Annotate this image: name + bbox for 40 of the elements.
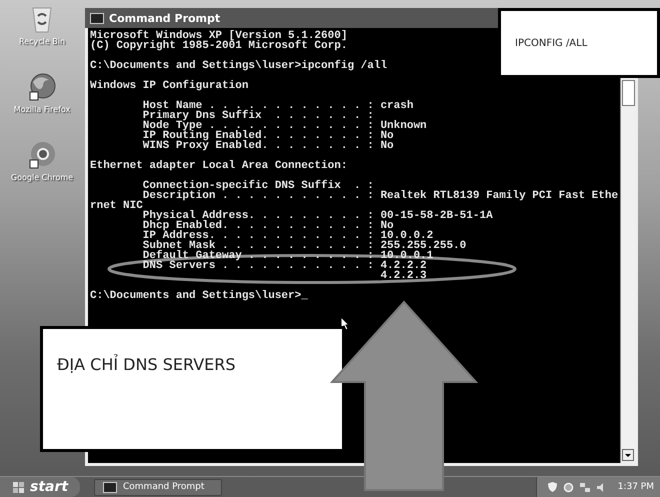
console-line: Host Name . . . . . . . . . . . . : crash — [142, 101, 414, 111]
console-line: Connection-specific DNS Suffix . : — [142, 181, 374, 191]
console-line: C:\Documents and Settings\luser>ipconfig /all — [90, 61, 388, 71]
console-line: Node Type . . . . . . . . . . . . : Unknown — [142, 121, 427, 131]
desktop-icon-label[interactable]: Recycle Bin — [18, 37, 66, 46]
console-line: DNS Servers . . . . . . . . . . . : 4.2.2.2 — [142, 261, 427, 271]
globe-icon[interactable] — [27, 72, 57, 102]
shield-icon[interactable] — [546, 481, 558, 493]
console-line: 4.2.2.3 — [379, 271, 427, 281]
console-icon — [90, 12, 104, 24]
console-line: Primary Dns Suffix . . . . . . . : — [142, 111, 374, 121]
console-line: rnet NIC — [90, 201, 143, 211]
network-icon[interactable] — [578, 482, 591, 492]
callout-text: ĐỊA CHỈ DNS SERVERS — [57, 355, 236, 374]
circle-logo-icon[interactable] — [26, 140, 57, 170]
clock: 1:37 PM — [618, 482, 654, 492]
console-line: Subnet Mask . . . . . . . . . . . : 255.255.255.0 — [142, 241, 466, 251]
taskbar-button[interactable]: Command Prompt — [94, 478, 222, 496]
console-line: C:\Documents and Settings\luser>_ — [90, 291, 308, 301]
start-button[interactable]: start — [0, 477, 80, 497]
console-line: Microsoft Windows XP [Version 5.1.2600] — [90, 31, 348, 41]
console-line: IP Routing Enabled. . . . . . . . : No — [142, 131, 394, 141]
console-line: IP Address. . . . . . . . . . . . : 10.0.0.2 — [142, 231, 434, 241]
windows-flag-icon — [12, 480, 26, 494]
scrollbar[interactable] — [620, 78, 635, 463]
scroll-thumb[interactable] — [622, 80, 635, 106]
callout-text: IPCONFIG /ALL — [515, 38, 588, 48]
gear-icon[interactable] — [562, 482, 574, 492]
console-icon — [103, 482, 117, 492]
console-line: Physical Address. . . . . . . . . : 00-15-58-2B-51-1A — [142, 211, 493, 221]
console-line: WINS Proxy Enabled. . . . . . . . : No — [142, 141, 394, 151]
console-line: Dhcp Enabled. . . . . . . . . . . : No — [142, 221, 394, 231]
scroll-down-icon[interactable] — [622, 449, 634, 461]
window-title: Command Prompt — [109, 12, 220, 24]
console-line: Windows IP Configuration — [90, 81, 248, 91]
console-line: Description . . . . . . . . . . . : Realtek RTL8139 Family PCI Fast Ethe — [142, 191, 618, 201]
desktop-icon-label[interactable]: Google Chrome — [10, 173, 74, 182]
desktop-icon-label[interactable]: Mozilla Firefox — [14, 105, 70, 114]
console-line: (C) Copyright 1985-2001 Microsoft Corp. — [90, 41, 348, 51]
console-line: Ethernet adapter Local Area Connection: — [90, 161, 348, 171]
